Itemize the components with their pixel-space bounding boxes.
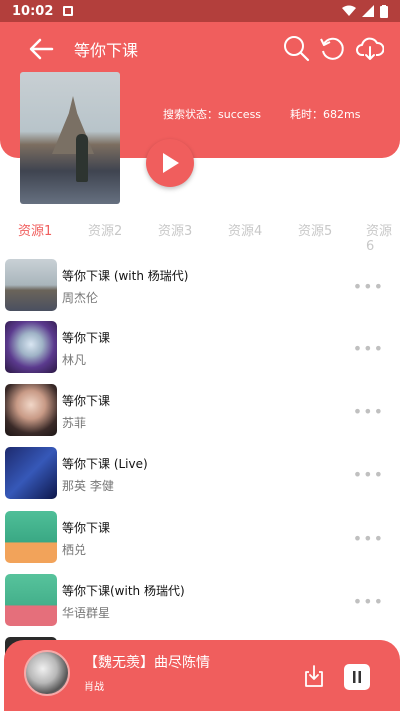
status-bar: 10:02 <box>0 0 400 22</box>
song-title: 等你下课 <box>62 521 111 535</box>
more-options-icon[interactable]: ••• <box>353 277 384 296</box>
search-status: 搜索状态：success <box>163 108 262 121</box>
status-time: 10:02 <box>12 3 54 19</box>
song-artist: 那英 李健 <box>62 479 114 493</box>
cloud-download-icon[interactable] <box>356 34 384 62</box>
song-artist: 苏菲 <box>62 416 87 430</box>
tab-source-3[interactable]: 资源3 <box>158 220 192 239</box>
mini-player[interactable]: 【魏无羡】曲尽陈情 肖战 <box>4 640 400 711</box>
tab-source-1[interactable]: 资源1 <box>18 220 52 239</box>
pause-button[interactable] <box>344 664 370 690</box>
tab-source-2[interactable]: 资源2 <box>88 220 122 239</box>
signal-icon <box>362 5 374 17</box>
battery-icon <box>380 4 388 18</box>
song-artist: 华语群星 <box>62 606 111 620</box>
song-thumbnail <box>5 259 57 311</box>
song-row[interactable]: 等你下课 (with 杨瑞代) 周杰伦 ••• <box>0 255 400 317</box>
tab-source-6[interactable]: 资源6 <box>366 220 400 254</box>
page-title: 等你下课 <box>74 41 139 60</box>
song-row[interactable]: 等你下课 栖兑 ••• <box>0 507 400 569</box>
song-row[interactable]: 等你下课(with 杨瑞代) 华语群星 ••• <box>0 570 400 632</box>
more-options-icon[interactable]: ••• <box>353 529 384 548</box>
album-cover <box>20 72 120 204</box>
play-icon <box>163 153 179 173</box>
now-playing-artist: 肖战 <box>84 682 104 693</box>
search-icon[interactable] <box>282 34 310 62</box>
song-title: 等你下课 (with 杨瑞代) <box>62 269 189 283</box>
song-title: 等你下课(with 杨瑞代) <box>62 584 185 598</box>
cover-person <box>76 134 88 182</box>
song-thumbnail <box>5 447 57 499</box>
elapsed-time: 耗时：682ms <box>290 108 361 121</box>
song-title: 等你下课 (Live) <box>62 457 148 471</box>
tab-source-5[interactable]: 资源5 <box>298 220 332 239</box>
back-arrow-icon[interactable] <box>26 34 56 64</box>
refresh-icon[interactable] <box>318 34 346 62</box>
tab-source-4[interactable]: 资源4 <box>228 220 262 239</box>
pause-icon <box>353 671 361 683</box>
now-playing-title: 【魏无羡】曲尽陈情 <box>84 655 210 671</box>
song-title: 等你下课 <box>62 394 111 408</box>
more-options-icon[interactable]: ••• <box>353 339 384 358</box>
song-title: 等你下课 <box>62 331 111 345</box>
more-options-icon[interactable]: ••• <box>353 592 384 611</box>
song-thumbnail <box>5 384 57 436</box>
song-thumbnail <box>5 511 57 563</box>
song-artist: 周杰伦 <box>62 291 99 305</box>
song-row[interactable]: 等你下课 苏菲 ••• <box>0 380 400 442</box>
song-thumbnail <box>5 321 57 373</box>
song-thumbnail <box>5 574 57 626</box>
source-tabs: 资源1 资源2 资源3 资源4 资源5 资源6 <box>0 220 400 254</box>
download-icon[interactable] <box>302 664 326 688</box>
notification-icon <box>63 6 74 16</box>
song-artist: 栖兑 <box>62 543 87 557</box>
more-options-icon[interactable]: ••• <box>353 465 384 484</box>
play-button[interactable] <box>146 139 194 187</box>
now-playing-cover <box>24 650 70 696</box>
song-row[interactable]: 等你下课 林凡 ••• <box>0 317 400 379</box>
wifi-icon <box>342 5 356 16</box>
more-options-icon[interactable]: ••• <box>353 402 384 421</box>
song-artist: 林凡 <box>62 353 87 367</box>
song-row[interactable]: 等你下课 (Live) 那英 李健 ••• <box>0 443 400 505</box>
